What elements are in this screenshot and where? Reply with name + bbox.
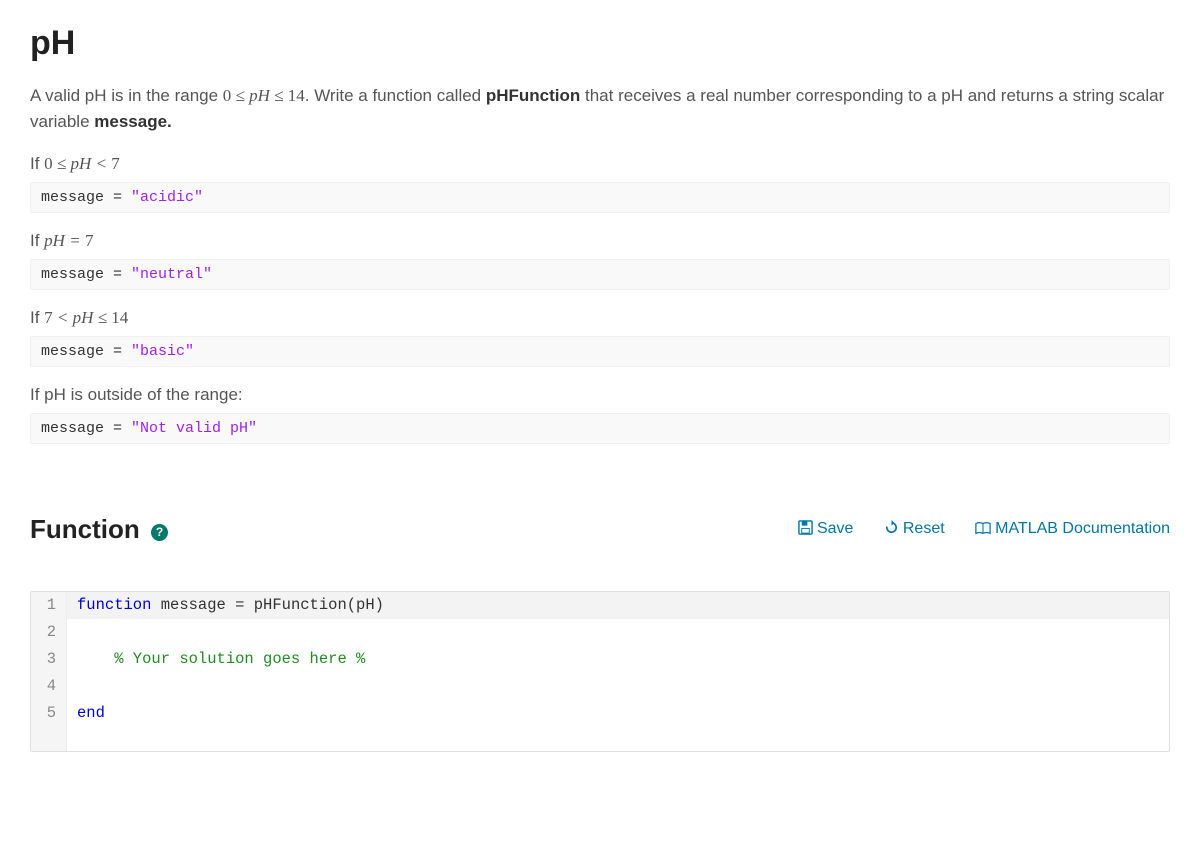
- help-icon[interactable]: ?: [151, 524, 168, 541]
- page-title: pH: [30, 24, 1170, 63]
- condition-label: If 0 ≤ pH < 7: [30, 154, 1170, 174]
- section-title-text: Function: [30, 514, 140, 544]
- variable-name: message.: [94, 112, 172, 131]
- code-content[interactable]: end: [67, 700, 105, 727]
- reset-icon: [884, 520, 899, 540]
- code-snippet: message = "basic": [30, 336, 1170, 367]
- documentation-link[interactable]: MATLAB Documentation: [975, 520, 1170, 537]
- save-button[interactable]: Save: [798, 520, 858, 537]
- code-content[interactable]: [67, 673, 77, 700]
- editor-line[interactable]: 3 % Your solution goes here %: [31, 646, 1169, 673]
- code-snippet: message = "Not valid pH": [30, 413, 1170, 444]
- save-label: Save: [817, 520, 853, 537]
- line-number: 5: [31, 700, 67, 727]
- book-icon: [975, 521, 991, 540]
- code-snippet: message = "acidic": [30, 182, 1170, 213]
- desc-math-range: 0 ≤ pH ≤ 14: [223, 86, 305, 105]
- editor-line[interactable]: 4: [31, 673, 1169, 700]
- documentation-label: MATLAB Documentation: [995, 520, 1170, 537]
- condition-label: If pH = 7: [30, 231, 1170, 251]
- line-number: 3: [31, 646, 67, 673]
- line-number: 4: [31, 673, 67, 700]
- condition-label: If 7 < pH ≤ 14: [30, 308, 1170, 328]
- editor-line[interactable]: 2: [31, 619, 1169, 646]
- code-content[interactable]: [67, 619, 77, 646]
- problem-description: A valid pH is in the range 0 ≤ pH ≤ 14. …: [30, 83, 1170, 136]
- editor-toolbar: Save Reset MATLAB Documentation: [772, 520, 1170, 540]
- function-name: pHFunction: [486, 86, 580, 105]
- code-content[interactable]: % Your solution goes here %: [67, 646, 365, 673]
- save-icon: [798, 520, 813, 540]
- code-snippet: message = "neutral": [30, 259, 1170, 290]
- condition-label: If pH is outside of the range:: [30, 385, 1170, 405]
- desc-text: . Write a function called: [305, 86, 486, 105]
- section-title: Function ?: [30, 514, 168, 545]
- editor-line[interactable]: 5end: [31, 700, 1169, 727]
- editor-line[interactable]: 1function message = pHFunction(pH): [31, 592, 1169, 619]
- code-editor[interactable]: 1function message = pHFunction(pH)23 % Y…: [30, 591, 1170, 753]
- line-number: 1: [31, 592, 67, 619]
- code-content[interactable]: function message = pHFunction(pH): [67, 592, 384, 619]
- line-number: 2: [31, 619, 67, 646]
- reset-label: Reset: [903, 520, 945, 537]
- desc-text: A valid pH is in the range: [30, 86, 223, 105]
- reset-button[interactable]: Reset: [884, 520, 949, 537]
